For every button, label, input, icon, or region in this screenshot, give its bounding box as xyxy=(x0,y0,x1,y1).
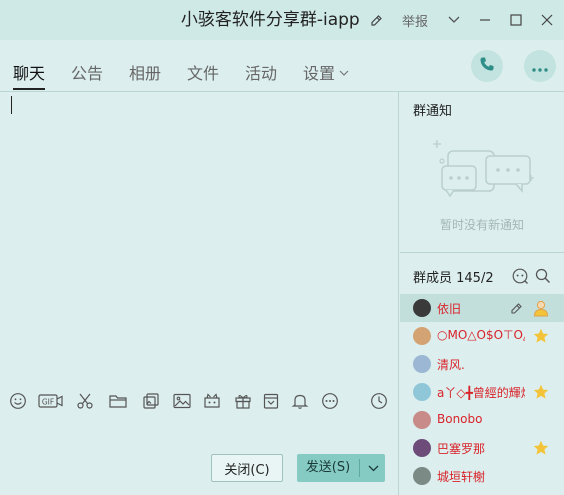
close-button[interactable]: 关闭(C) xyxy=(211,454,283,482)
member-row[interactable]: a丫◇╋曾經的輝煌 xyxy=(400,378,564,406)
edit-name-icon[interactable] xyxy=(370,2,383,42)
tab-activity[interactable]: 活动 xyxy=(245,60,277,90)
tab-settings-label: 设置 xyxy=(303,64,336,83)
star-badge-icon xyxy=(532,327,550,345)
tab-chat[interactable]: 聊天 xyxy=(13,60,46,90)
send-options-chevron-icon[interactable] xyxy=(363,454,383,482)
member-name: 巴塞罗那 xyxy=(437,442,486,456)
owner-badge-icon xyxy=(532,299,550,317)
avatar xyxy=(413,327,431,345)
member-name: Bonobo xyxy=(437,412,483,426)
member-list: 依旧 ○MO△O$O⊤O△O≡ 清风. a丫◇╋曾經的輝煌 xyxy=(400,294,564,490)
member-row[interactable]: 巴塞罗那 xyxy=(400,434,564,462)
more-options-button[interactable] xyxy=(524,50,556,82)
gift-icon[interactable] xyxy=(232,390,254,412)
send-button[interactable]: 发送(S) xyxy=(297,454,385,482)
member-row[interactable]: Bonobo xyxy=(400,406,564,434)
gif-icon[interactable]: GIF xyxy=(38,390,64,412)
avatar xyxy=(413,355,431,373)
more-icon xyxy=(532,57,548,76)
member-row[interactable]: 依旧 xyxy=(400,294,564,322)
member-filter-icon[interactable] xyxy=(510,266,530,286)
report-button[interactable]: 举报 xyxy=(402,11,428,30)
group-notice-panel: 群通知 暂时没有新通知 xyxy=(400,92,564,253)
history-icon[interactable] xyxy=(368,390,390,412)
star-badge-icon xyxy=(532,383,550,401)
phone-call-button[interactable] xyxy=(471,50,503,82)
composer-toolbar: GIF xyxy=(0,390,399,412)
star-badge-icon xyxy=(532,439,550,457)
phone-icon xyxy=(479,56,495,76)
member-row[interactable]: 清风. xyxy=(400,350,564,378)
folder-icon[interactable] xyxy=(107,390,129,412)
member-row[interactable]: 城垣轩榭 xyxy=(400,462,564,490)
edit-nickname-icon[interactable] xyxy=(510,300,523,319)
member-name: 城垣轩榭 xyxy=(437,470,486,484)
avatar xyxy=(413,439,431,457)
chat-area: GIF 关闭(C) 发送(S) xyxy=(0,92,399,495)
chevron-down-icon[interactable] xyxy=(438,0,469,40)
tab-album[interactable]: 相册 xyxy=(129,60,161,90)
screenshot-icon[interactable] xyxy=(140,390,162,412)
group-name: 小骇客软件分享群-iapp xyxy=(180,10,360,30)
tab-settings[interactable]: 设置 xyxy=(303,60,349,90)
member-name: a丫◇╋曾經的輝煌 xyxy=(437,386,525,400)
minimize-button[interactable] xyxy=(469,0,500,40)
member-row[interactable]: ○MO△O$O⊤O△O≡ xyxy=(400,322,564,350)
bell-icon[interactable] xyxy=(289,390,311,412)
member-name: 清风. xyxy=(437,358,465,372)
more-icon[interactable] xyxy=(319,390,341,412)
members-count: 群成员 145/2 xyxy=(413,271,494,286)
tab-files[interactable]: 文件 xyxy=(187,60,219,90)
search-icon[interactable] xyxy=(533,266,553,286)
chevron-down-icon xyxy=(339,61,349,80)
title-bar: 小骇客软件分享群-iapp 举报 xyxy=(0,0,564,40)
svg-text:GIF: GIF xyxy=(42,398,54,407)
close-window-button[interactable] xyxy=(531,0,562,40)
send-divider xyxy=(359,459,360,477)
avatar xyxy=(413,299,431,317)
avatar xyxy=(413,411,431,429)
wallet-icon[interactable] xyxy=(201,390,223,412)
image-icon[interactable] xyxy=(171,390,193,412)
group-members-panel: 群成员 145/2 依旧 ○MO△O$O⊤O△O≡ 清风. xyxy=(400,254,564,495)
notice-title: 群通知 xyxy=(413,104,453,119)
scissors-icon[interactable] xyxy=(74,390,96,412)
avatar xyxy=(413,383,431,401)
member-name: ○MO△O$O⊤O△O≡ xyxy=(437,328,525,342)
message-input[interactable] xyxy=(11,96,12,114)
emoji-icon[interactable] xyxy=(7,390,29,412)
calendar-icon[interactable] xyxy=(260,390,282,412)
tab-announcement[interactable]: 公告 xyxy=(71,60,103,90)
avatar xyxy=(413,467,431,485)
maximize-button[interactable] xyxy=(500,0,531,40)
send-label: 发送(S) xyxy=(305,460,351,475)
empty-notice-text: 暂时没有新通知 xyxy=(439,218,524,232)
empty-notice-illustration xyxy=(428,134,538,208)
